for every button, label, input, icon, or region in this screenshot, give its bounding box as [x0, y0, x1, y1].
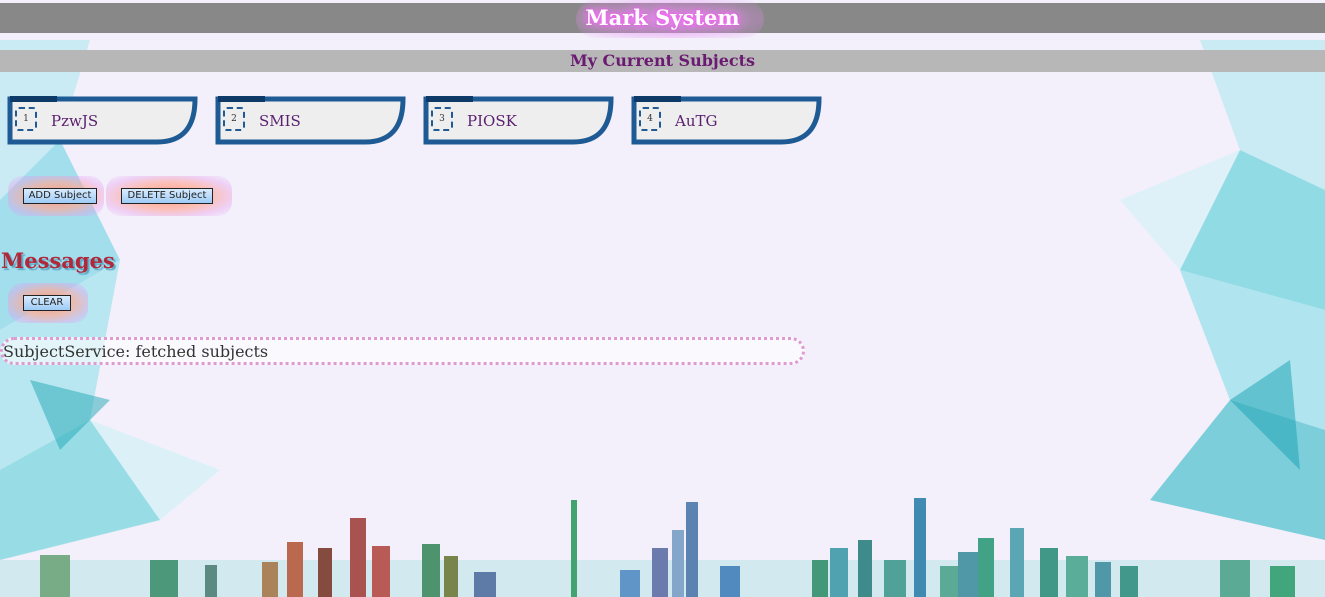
subject-name: PzwJS	[51, 112, 99, 130]
subject-id-badge: 1	[15, 107, 37, 131]
subject-name: PIOSK	[467, 112, 517, 130]
subject-card-2[interactable]: 2 SMIS	[215, 96, 406, 146]
subject-id-badge: 4	[639, 107, 661, 131]
page-content: Mark System My Current Subjects 1 PzwJS …	[0, 0, 1325, 597]
subject-name: AuTG	[675, 112, 718, 130]
subject-card-1[interactable]: 1 PzwJS	[7, 96, 198, 146]
add-subject-button[interactable]: ADD Subject	[23, 188, 97, 204]
subject-card-3[interactable]: 3 PIOSK	[423, 96, 614, 146]
delete-subject-button[interactable]: DELETE Subject	[121, 188, 213, 204]
messages-heading: Messages	[1, 248, 115, 273]
subject-name: SMIS	[259, 112, 301, 130]
message-text: SubjectService: fetched subjects	[3, 342, 269, 361]
subjects-section-title: My Current Subjects	[0, 50, 1325, 72]
subject-card-4[interactable]: 4 AuTG	[631, 96, 822, 146]
app-title: Mark System	[585, 5, 740, 30]
subject-id-badge: 2	[223, 107, 245, 131]
clear-messages-button[interactable]: CLEAR	[23, 295, 71, 311]
subject-id-badge: 3	[431, 107, 453, 131]
